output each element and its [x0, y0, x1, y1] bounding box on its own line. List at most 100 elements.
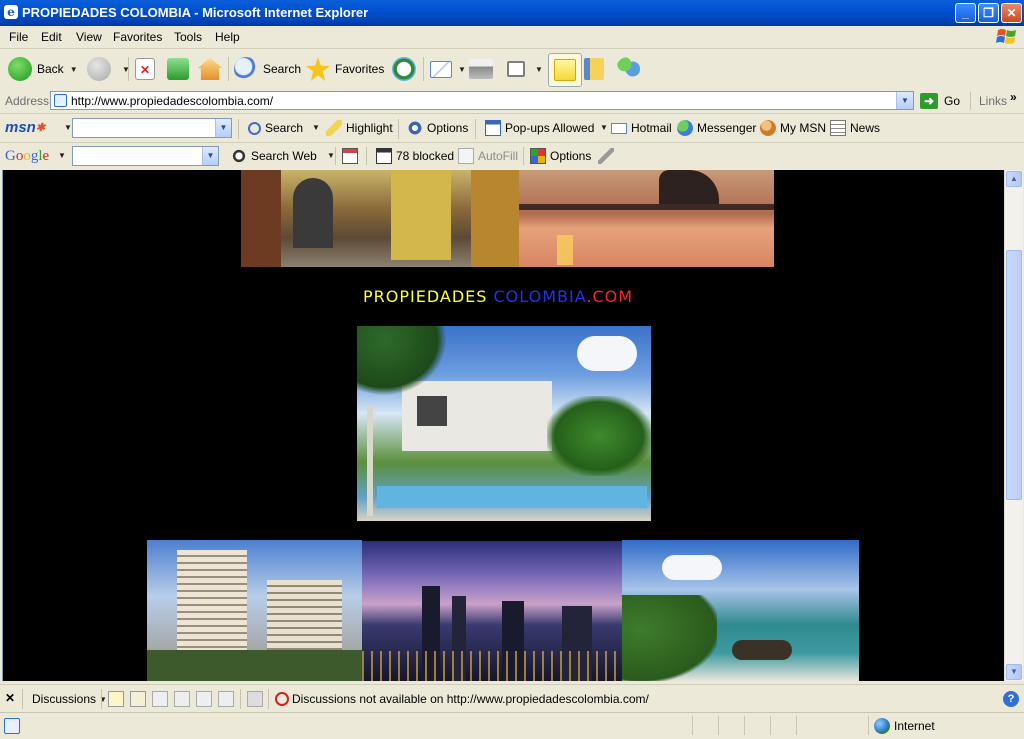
street-photo: [241, 170, 519, 267]
menu-file[interactable]: File: [9, 30, 28, 44]
chevron-down-icon[interactable]: ▼: [600, 123, 608, 132]
stop-button[interactable]: ✕: [135, 55, 160, 83]
msn-logo[interactable]: msn ✱: [5, 118, 45, 136]
chevron-down-icon[interactable]: ▼: [535, 65, 543, 74]
home-icon: [198, 58, 222, 80]
home-button[interactable]: [198, 55, 227, 83]
refresh-icon: [167, 58, 189, 80]
chevron-down-icon[interactable]: ▼: [896, 92, 913, 109]
back-button[interactable]: Back ▼: [8, 55, 78, 83]
research-icon: [584, 58, 604, 80]
favorites-button[interactable]: Favorites: [306, 55, 384, 83]
chevron-down-icon[interactable]: ▼: [215, 119, 231, 137]
coastline-photo: [622, 540, 859, 681]
notes-button[interactable]: [548, 53, 582, 87]
reply-icon: [130, 691, 146, 707]
status-bar: Internet: [0, 712, 1024, 739]
chevron-down-icon[interactable]: ▼: [312, 123, 320, 132]
discussions-close-button[interactable]: ✕: [5, 689, 15, 707]
next-button[interactable]: [218, 690, 238, 708]
chevron-down-icon[interactable]: ▼: [327, 151, 335, 160]
google-search-web-button[interactable]: Search Web: [231, 147, 317, 165]
address-bar: Address http://www.propiedadescolombia.c…: [0, 89, 1024, 114]
menu-tools[interactable]: Tools: [174, 30, 202, 44]
house-pool-photo: [357, 326, 651, 521]
subscribe-button[interactable]: [247, 690, 267, 708]
google-logo[interactable]: Google: [5, 147, 49, 165]
unavailable-icon: [275, 692, 289, 706]
window-title: PROPIEDADES COLOMBIA - Microsoft Interne…: [22, 5, 369, 20]
google-toolbar: Google ▼ ▼ Search Web ▼ 78 blocked AutoF…: [0, 143, 1024, 169]
minimize-button[interactable]: _: [955, 3, 976, 23]
msn-options-button[interactable]: Options: [407, 119, 468, 137]
messenger-button[interactable]: [616, 55, 645, 83]
forward-button[interactable]: ▼: [87, 55, 130, 83]
msn-search-button[interactable]: Search: [248, 119, 303, 137]
ie-page-icon: [4, 718, 20, 734]
popup-blocker-button[interactable]: 78 blocked: [376, 147, 454, 165]
search-label: Search: [263, 62, 302, 76]
previous-icon: [196, 691, 212, 707]
back-label: Back: [37, 62, 64, 76]
previous-button[interactable]: [196, 690, 216, 708]
menu-view[interactable]: View: [76, 30, 102, 44]
research-button[interactable]: [584, 55, 609, 83]
hotmail-button[interactable]: Hotmail: [611, 119, 672, 137]
apartment-buildings-photo: [147, 540, 362, 681]
google-search-input[interactable]: ▼: [72, 146, 219, 166]
ie-icon: e: [4, 5, 18, 19]
expand-button[interactable]: [152, 690, 172, 708]
scroll-up-button[interactable]: ▲: [1006, 171, 1022, 187]
newspaper-icon: [830, 120, 846, 136]
mymsn-link[interactable]: My MSN: [760, 119, 826, 137]
refresh-button[interactable]: [167, 55, 194, 83]
forward-icon: [87, 57, 111, 81]
highlight-button[interactable]: Highlight: [326, 119, 393, 137]
scroll-thumb[interactable]: [1006, 250, 1022, 500]
help-button[interactable]: ?: [1003, 690, 1023, 708]
news-link[interactable]: News: [830, 119, 880, 137]
discussions-menu-button[interactable]: Discussions ▼: [32, 690, 107, 708]
autofill-button[interactable]: AutoFill: [458, 147, 518, 165]
popups-allowed-button[interactable]: Pop-ups Allowed: [485, 119, 594, 137]
messenger-link[interactable]: Messenger: [677, 119, 756, 137]
msn-search-input[interactable]: ▼: [72, 118, 232, 138]
menu-favorites[interactable]: Favorites: [113, 30, 162, 44]
close-button[interactable]: ✕: [1001, 3, 1022, 23]
user-icon: [760, 120, 776, 136]
menu-edit[interactable]: Edit: [41, 30, 62, 44]
scroll-down-button[interactable]: ▼: [1006, 664, 1022, 680]
address-input[interactable]: http://www.propiedadescolombia.com/ ▼: [50, 91, 914, 110]
menu-help[interactable]: Help: [215, 30, 240, 44]
new-discussion-button[interactable]: [108, 690, 128, 708]
site-title-part1: PROPIEDADES: [363, 287, 488, 306]
gear-icon: [407, 120, 423, 136]
maximize-button[interactable]: ❐: [978, 3, 999, 23]
edit-button[interactable]: ▼: [507, 55, 543, 83]
highlight-icon: [326, 120, 342, 136]
vertical-scrollbar[interactable]: ▲ ▼: [1004, 170, 1023, 681]
print-button[interactable]: [469, 55, 498, 83]
pencil-button[interactable]: [598, 147, 618, 165]
collapse-button[interactable]: [174, 690, 194, 708]
ie-page-icon: [54, 94, 67, 107]
chevron-down-icon[interactable]: ▼: [70, 65, 78, 74]
chevron-down-icon[interactable]: ▼: [202, 147, 218, 165]
history-button[interactable]: [392, 55, 421, 83]
search-button[interactable]: Search: [234, 55, 301, 83]
chevron-down-icon[interactable]: ▼: [58, 151, 66, 160]
security-zone[interactable]: Internet: [874, 717, 935, 735]
print-icon: [469, 59, 493, 79]
chevron-down-icon[interactable]: ▼: [458, 65, 466, 74]
reply-button[interactable]: [130, 690, 150, 708]
stop-icon: ✕: [135, 58, 155, 80]
chevron-down-icon[interactable]: ▼: [64, 123, 72, 132]
links-chevron-icon[interactable]: »: [1010, 90, 1017, 104]
google-options-button[interactable]: Options: [530, 147, 591, 165]
address-url[interactable]: http://www.propiedadescolombia.com/: [71, 94, 273, 108]
links-button[interactable]: Links: [979, 94, 1007, 108]
search-icon: [234, 57, 258, 81]
mail-button[interactable]: ▼: [430, 55, 466, 83]
go-button[interactable]: ➜ Go: [920, 92, 960, 110]
pagerank-button[interactable]: [342, 147, 362, 165]
